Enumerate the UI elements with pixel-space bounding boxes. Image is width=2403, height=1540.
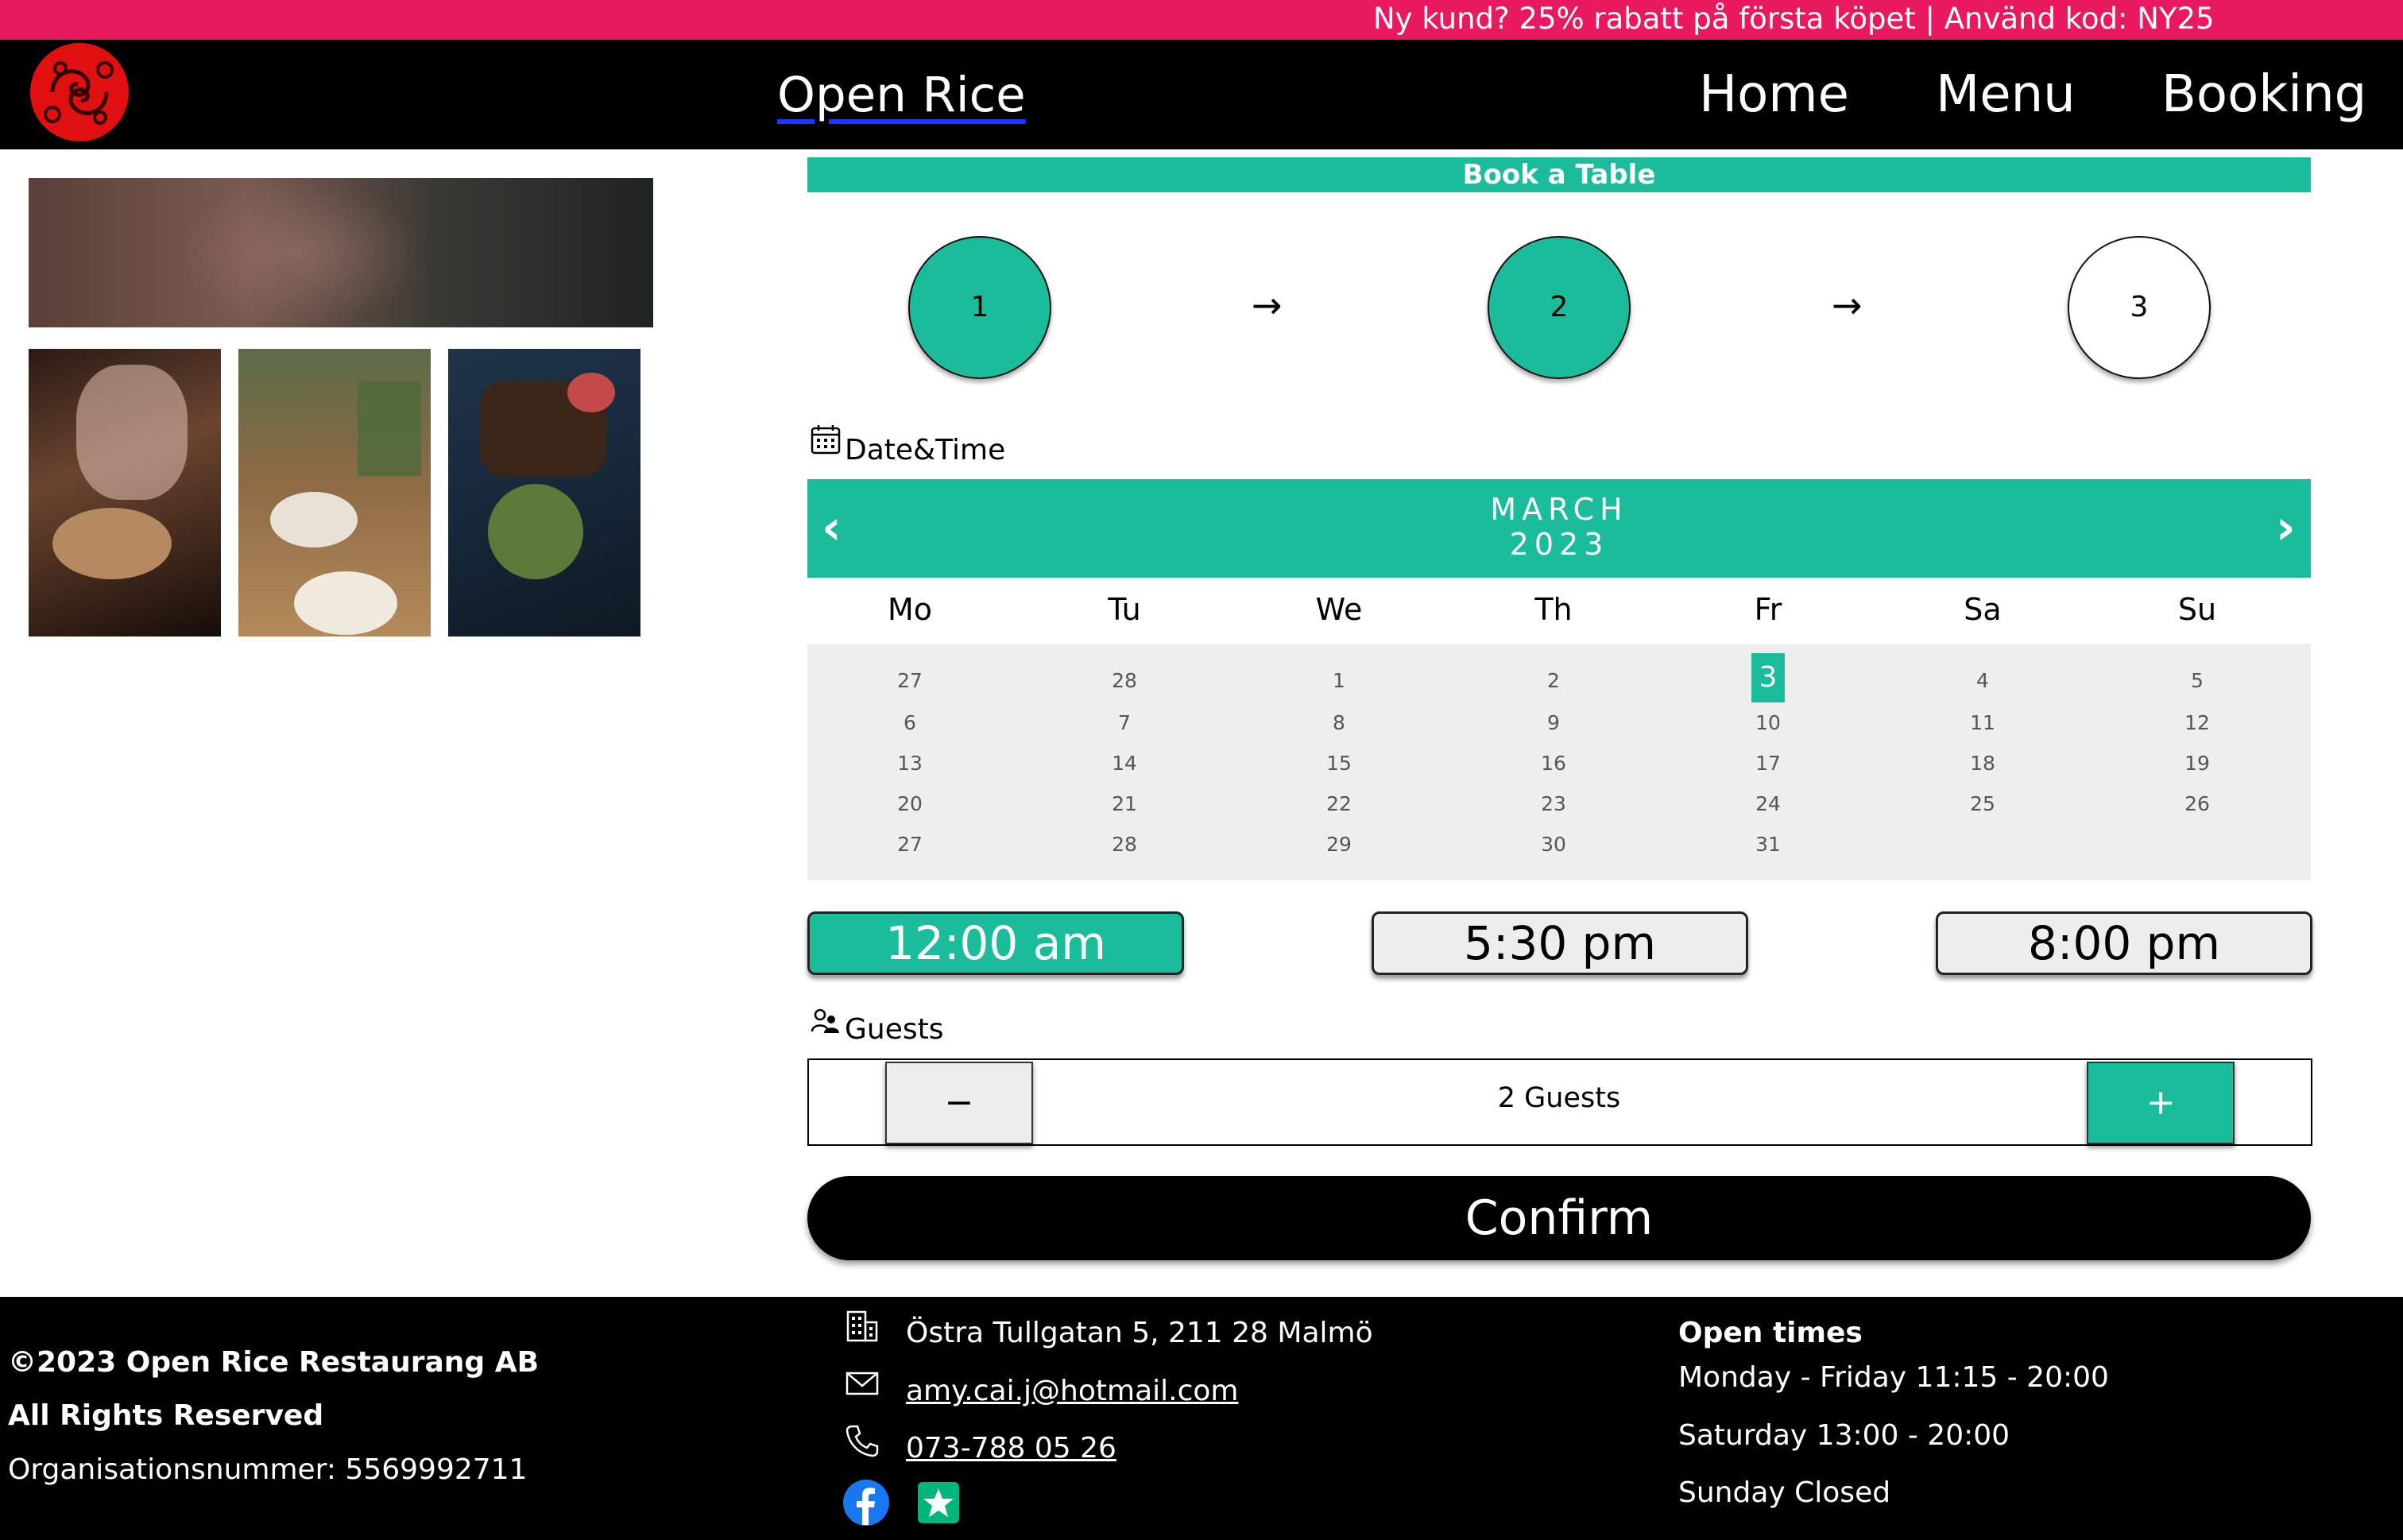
calendar-day[interactable]: 23: [1446, 792, 1661, 815]
calendar-day[interactable]: 27: [803, 833, 1017, 856]
time-slot-800pm[interactable]: 8:00 pm: [1936, 911, 2312, 975]
weekday-sa: Sa: [1964, 592, 2002, 627]
calendar-day[interactable]: 10: [1661, 711, 1875, 734]
step-arrow-2: →: [1832, 284, 1863, 327]
guests-icon: [811, 1008, 839, 1033]
footer-hours-sunday: Sunday Closed: [1678, 1476, 1891, 1509]
calendar-day-number: 3: [1751, 653, 1785, 702]
guest-increment-button[interactable]: +: [2087, 1062, 2235, 1144]
step-1[interactable]: 1: [908, 236, 1051, 379]
time-slot-530pm[interactable]: 5:30 pm: [1372, 911, 1748, 975]
calendar-day[interactable]: 6: [803, 711, 1017, 734]
weekday-su: Su: [2177, 592, 2217, 627]
calendar-day[interactable]: 16: [1446, 752, 1661, 775]
footer-email-link[interactable]: amy.cai.j@hotmail.com: [906, 1375, 1238, 1407]
calendar-day[interactable]: 18: [1875, 752, 2090, 775]
calendar-header: ‹ MARCH 2023 ›: [807, 479, 2311, 578]
nav-menu[interactable]: Menu: [1936, 65, 2076, 124]
footer-open-times-title: Open times: [1678, 1317, 1863, 1349]
brand-link[interactable]: Open Rice: [777, 67, 1026, 123]
step-3[interactable]: 3: [2068, 236, 2211, 379]
guests-label: Guests: [845, 1013, 944, 1046]
confirm-button[interactable]: Confirm: [807, 1176, 2311, 1260]
calendar-day[interactable]: 29: [1232, 833, 1446, 856]
calendar-day[interactable]: 5: [2090, 669, 2304, 692]
weekday-we: We: [1315, 592, 1363, 627]
calendar-day[interactable]: 14: [1017, 752, 1232, 775]
calendar-day[interactable]: 1: [1232, 669, 1446, 692]
calendar-day[interactable]: 7: [1017, 711, 1232, 734]
calendar-day[interactable]: 28: [1017, 669, 1232, 692]
calendar-day[interactable]: 24: [1661, 792, 1875, 815]
calendar-day[interactable]: 8: [1232, 711, 1446, 734]
calendar-day[interactable]: 19: [2090, 752, 2304, 775]
nav-booking[interactable]: Booking: [2161, 65, 2366, 124]
footer-hours-weekday: Monday - Friday 11:15 - 20:00: [1678, 1361, 2109, 1394]
calendar-day[interactable]: 28: [1017, 833, 1232, 856]
footer-hours-saturday: Saturday 13:00 - 20:00: [1678, 1419, 2010, 1452]
weekday-mo: Mo: [887, 592, 933, 627]
calendar-day[interactable]: 2: [1446, 669, 1661, 692]
calendar-next-button[interactable]: ›: [2276, 500, 2296, 555]
nav-home[interactable]: Home: [1699, 65, 1849, 124]
calendar-year: 2023: [1509, 527, 1609, 562]
gallery-photo-table: [238, 349, 431, 637]
calendar-day[interactable]: 30: [1446, 833, 1661, 856]
step-arrow-1: →: [1252, 284, 1283, 327]
calendar-day[interactable]: 25: [1875, 792, 2090, 815]
datetime-label: Date&Time: [845, 434, 1006, 466]
hero-photo: [29, 178, 653, 327]
time-slot-1200am[interactable]: 12:00 am: [807, 911, 1184, 975]
calendar-day[interactable]: 31: [1661, 833, 1875, 856]
weekday-th: Th: [1534, 592, 1573, 627]
calendar-day[interactable]: 4: [1875, 669, 2090, 692]
promo-bar: Ny kund? 25% rabatt på första köpet | An…: [0, 0, 2403, 40]
gallery-photo-chef: [29, 349, 221, 637]
calendar-day[interactable]: 17: [1661, 752, 1875, 775]
calendar-day-selected[interactable]: 3: [1661, 653, 1875, 702]
phone-icon: [846, 1425, 879, 1457]
promo-text: Ny kund? 25% rabatt på första köpet | An…: [1373, 2, 2215, 36]
calendar-day[interactable]: 27: [803, 669, 1017, 692]
footer-rights: All Rights Reserved: [8, 1399, 324, 1432]
footer-copyright: ©2023 Open Rice Restaurang AB: [8, 1346, 540, 1379]
calendar-day[interactable]: 12: [2090, 711, 2304, 734]
calendar-day[interactable]: 13: [803, 752, 1017, 775]
footer-address: Östra Tullgatan 5, 211 28 Malmö: [906, 1317, 1373, 1349]
guest-count: 2 Guests: [1497, 1082, 1621, 1114]
facebook-icon[interactable]: [842, 1479, 890, 1526]
calendar-icon: [811, 425, 841, 455]
weekday-fr: Fr: [1754, 592, 1782, 627]
mail-icon: [846, 1372, 879, 1395]
weekday-tu: Tu: [1108, 592, 1141, 627]
calendar-day[interactable]: 20: [803, 792, 1017, 815]
step-2[interactable]: 2: [1488, 236, 1631, 379]
review-star-icon[interactable]: [917, 1481, 960, 1524]
calendar-day[interactable]: 11: [1875, 711, 2090, 734]
calendar-day[interactable]: 15: [1232, 752, 1446, 775]
restaurant-logo[interactable]: [29, 41, 130, 143]
footer-org-number: Organisationsnummer: 5569992711: [8, 1453, 528, 1486]
calendar-month: MARCH: [1490, 492, 1628, 527]
gallery-photo-dish: [448, 349, 640, 637]
footer-phone-link[interactable]: 073-788 05 26: [906, 1432, 1116, 1465]
calendar-day[interactable]: 21: [1017, 792, 1232, 815]
book-table-title: Book a Table: [807, 157, 2311, 192]
calendar-day[interactable]: 9: [1446, 711, 1661, 734]
calendar-day[interactable]: 22: [1232, 792, 1446, 815]
building-icon: [846, 1310, 878, 1342]
calendar-day[interactable]: 26: [2090, 792, 2304, 815]
